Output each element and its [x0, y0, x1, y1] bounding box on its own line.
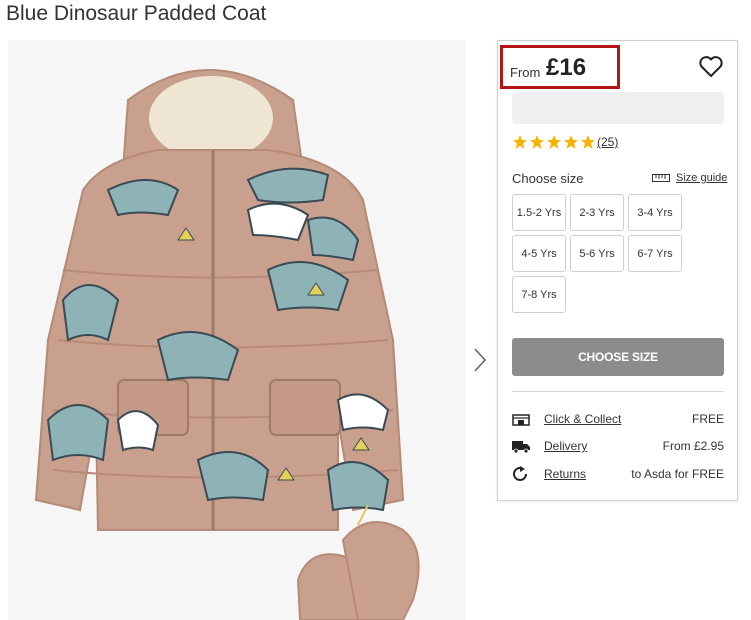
loading-placeholder — [512, 92, 724, 124]
size-option[interactable]: 5-6 Yrs — [570, 235, 624, 272]
size-guide-label: Size guide — [676, 172, 728, 184]
returns-icon — [513, 466, 527, 481]
click-collect-value: FREE — [691, 412, 724, 426]
heart-icon[interactable] — [698, 55, 724, 79]
size-option[interactable]: 4-5 Yrs — [512, 235, 566, 272]
size-option[interactable]: 1.5-2 Yrs — [512, 194, 566, 231]
returns-row: Returns to Asda for FREE — [512, 466, 724, 484]
size-option[interactable]: 6-7 Yrs — [628, 235, 682, 272]
click-collect-row: Click & Collect FREE — [512, 411, 724, 429]
click-collect-link[interactable]: Click & Collect — [544, 412, 621, 426]
size-option[interactable]: 2-3 Yrs — [570, 194, 624, 231]
delivery-row: Delivery From £2.95 — [512, 438, 724, 456]
product-image[interactable] — [8, 40, 466, 620]
size-option[interactable]: 7-8 Yrs — [512, 276, 566, 313]
next-image-icon[interactable] — [471, 346, 489, 374]
returns-link[interactable]: Returns — [544, 467, 586, 481]
size-guide-link[interactable]: Size guide — [652, 172, 727, 184]
rating-stars — [512, 134, 596, 150]
price-from-label: From — [510, 65, 541, 80]
choose-size-label: Choose size — [512, 171, 584, 186]
star-icon — [530, 135, 544, 149]
star-icon — [513, 135, 527, 149]
star-icon — [581, 135, 595, 149]
product-title: Blue Dinosaur Padded Coat — [6, 2, 267, 25]
star-icon — [564, 135, 578, 149]
divider — [512, 391, 724, 392]
returns-value: to Asda for FREE — [631, 467, 724, 481]
truck-icon — [512, 441, 530, 454]
reviews-link[interactable]: (25) — [597, 135, 618, 149]
delivery-value: From £2.95 — [662, 439, 724, 453]
price-value: £16 — [546, 54, 587, 81]
size-option[interactable]: 3-4 Yrs — [628, 194, 682, 231]
product-purchase-panel: From £16 (25) Choose size Size guide 1.5… — [497, 40, 738, 501]
coat-illustration — [8, 40, 466, 620]
ruler-icon — [652, 174, 670, 182]
delivery-link[interactable]: Delivery — [544, 439, 587, 453]
store-icon — [512, 414, 530, 426]
choose-size-button[interactable]: CHOOSE SIZE — [512, 338, 724, 376]
star-icon — [547, 135, 561, 149]
